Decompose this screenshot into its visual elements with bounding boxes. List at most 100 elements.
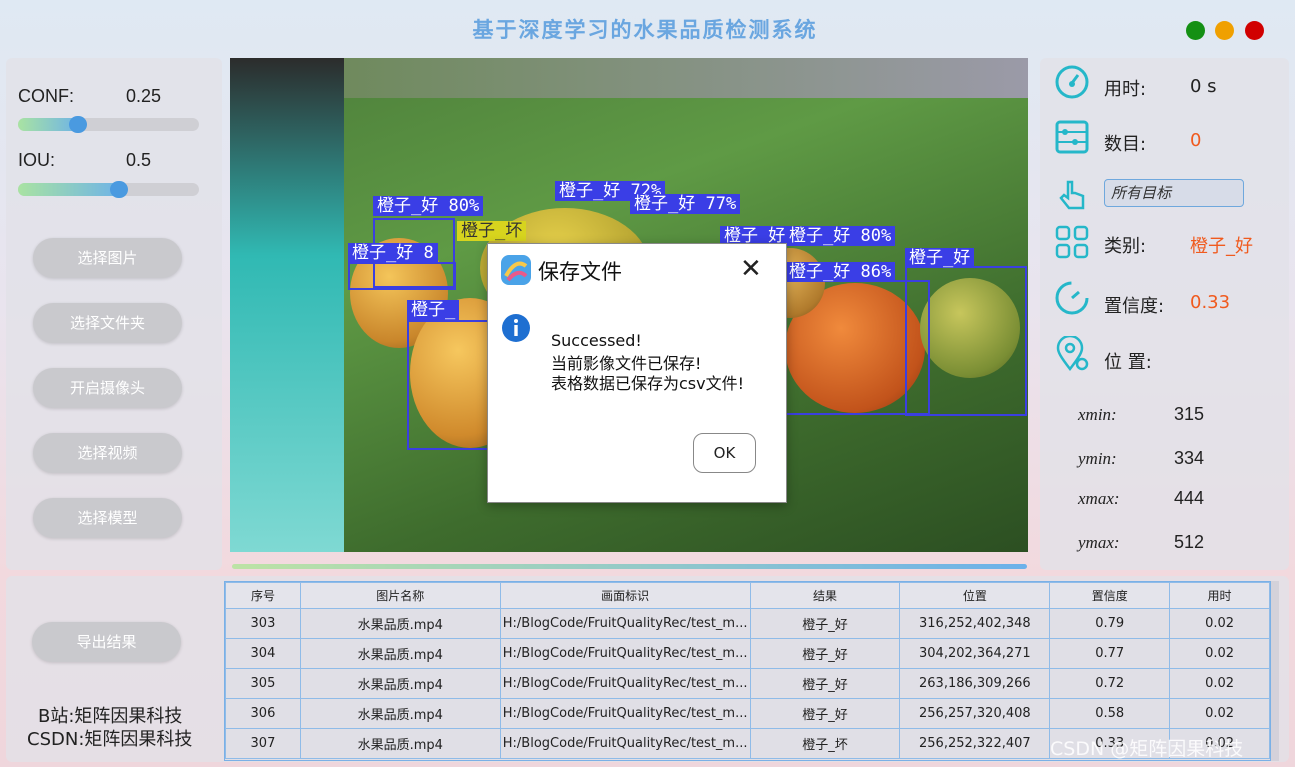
col-header-image-name[interactable]: 图片名称 [299,582,501,609]
table-cell: 0.02 [1169,698,1270,729]
table-cell: 263,186,309,266 [899,668,1051,699]
table-cell: 0.02 [1169,638,1270,669]
select-model-button[interactable]: 选择模型 [33,498,182,538]
detection-label: 橙子_ [407,300,460,320]
info-icon [502,314,530,342]
iou-slider-handle[interactable] [110,181,128,198]
video-background-wall [344,58,1028,98]
table-cell: 水果品质.mp4 [299,698,501,729]
app-logo-icon [501,255,531,285]
table-cell: 303 [225,608,301,639]
conf-slider[interactable] [18,116,199,133]
export-results-button[interactable]: 导出结果 [32,622,181,662]
table-cell: 304,202,364,271 [899,638,1051,669]
table-cell: 水果品质.mp4 [299,638,501,669]
detection-label: 橙子_好 77% [630,194,741,214]
detection-label: 橙子_好 [905,248,975,268]
table-cell: 橙子_好 [749,638,901,669]
video-background-left [230,58,344,552]
ymax-value: 512 [1174,532,1205,552]
detection-label: 橙子_坏 [457,221,527,241]
category-grid-icon [1055,225,1089,259]
col-header-result[interactable]: 结果 [749,582,901,609]
table-cell: 0.77 [1049,638,1171,669]
xmin-value: 315 [1174,404,1205,424]
table-cell: 0.58 [1049,698,1171,729]
detection-label: 橙子_好 8 [348,243,438,263]
table-row[interactable]: 303 水果品质.mp4 H:/BlogCode/FruitQualityRec… [225,608,1270,639]
iou-value: 0.5 [126,150,152,170]
touch-hand-icon [1059,180,1085,210]
confidence-label: 置信度: [1104,296,1165,317]
detection-label: 橙子_好 80% [785,226,896,246]
dialog-ok-button[interactable]: OK [693,433,756,473]
select-video-button[interactable]: 选择视频 [33,433,182,473]
select-image-button[interactable]: 选择图片 [33,238,182,278]
position-label: 位 置: [1104,352,1152,373]
col-header-confidence[interactable]: 置信度 [1049,582,1171,609]
col-header-position[interactable]: 位置 [899,582,1051,609]
xmin-label: xmin: [1078,405,1117,424]
table-cell: 305 [225,668,301,699]
video-progress-bar[interactable] [232,564,1027,569]
detection-label: 橙子_好 86% [785,262,896,282]
col-header-time[interactable]: 用时 [1169,582,1270,609]
conf-label: CONF: [18,86,74,106]
gauge-icon [1055,281,1089,315]
table-cell: 水果品质.mp4 [299,668,501,699]
time-label: 用时: [1104,79,1147,100]
table-cell: 橙子_好 [749,608,901,639]
table-cell: 0.02 [1169,668,1270,699]
select-folder-button[interactable]: 选择文件夹 [33,303,182,343]
detection-box [905,266,1027,416]
iou-slider-fill [18,183,119,196]
save-file-dialog: 保存文件 ✕ Successed! 当前影像文件已保存! 表格数据已保存为csv… [487,243,787,503]
table-scrollbar[interactable] [1271,581,1279,761]
maximize-button[interactable] [1186,21,1205,40]
detection-box [407,320,495,450]
table-cell: H:/BlogCode/FruitQualityRec/test_m... [499,728,751,759]
abacus-icon [1055,120,1089,154]
col-header-frame-id[interactable]: 画面标识 [499,582,751,609]
close-button[interactable] [1245,21,1264,40]
dialog-title: 保存文件 [538,260,622,284]
table-cell: 256,252,322,407 [899,728,1051,759]
detection-box [348,262,456,290]
table-row[interactable]: 305 水果品质.mp4 H:/BlogCode/FruitQualityRec… [225,668,1270,699]
time-value: 0 s [1190,76,1217,97]
table-cell: 橙子_坏 [749,728,901,759]
minimize-button[interactable] [1215,21,1234,40]
ymax-label: ymax: [1078,533,1120,552]
count-value: 0 [1190,130,1202,151]
table-cell: H:/BlogCode/FruitQualityRec/test_m... [499,608,751,639]
dialog-csv-saved-text: 表格数据已保存为csv文件! [551,374,745,393]
table-cell: 0.02 [1169,608,1270,639]
open-camera-button[interactable]: 开启摄像头 [33,368,182,408]
confidence-value: 0.33 [1190,292,1231,313]
class-label: 类别: [1104,236,1147,257]
table-cell: 橙子_好 [749,668,901,699]
dialog-close-icon[interactable]: ✕ [740,256,762,282]
table-cell: H:/BlogCode/FruitQualityRec/test_m... [499,698,751,729]
table-row[interactable]: 304 水果品质.mp4 H:/BlogCode/FruitQualityRec… [225,638,1270,669]
iou-slider[interactable] [18,181,199,198]
count-label: 数目: [1104,134,1147,155]
table-cell: 0.72 [1049,668,1171,699]
conf-slider-handle[interactable] [69,116,87,133]
table-header-row: 序号 图片名称 画面标识 结果 位置 置信度 用时 [225,582,1270,609]
table-cell: 256,257,320,408 [899,698,1051,729]
table-cell: 橙子_好 [749,698,901,729]
table-row[interactable]: 306 水果品质.mp4 H:/BlogCode/FruitQualityRec… [225,698,1270,729]
table-cell: 307 [225,728,301,759]
iou-label: IOU: [18,150,56,170]
table-cell: 316,252,402,348 [899,608,1051,639]
speedometer-icon [1055,65,1089,99]
app-title: 基于深度学习的水果品质检测系统 [472,17,818,42]
table-cell: 0.79 [1049,608,1171,639]
target-select-dropdown[interactable]: 所有目标 [1104,179,1244,207]
col-header-index[interactable]: 序号 [225,582,301,609]
table-cell: 306 [225,698,301,729]
ymin-value: 334 [1174,448,1205,468]
location-pin-icon [1056,336,1089,372]
xmax-label: xmax: [1078,489,1120,508]
